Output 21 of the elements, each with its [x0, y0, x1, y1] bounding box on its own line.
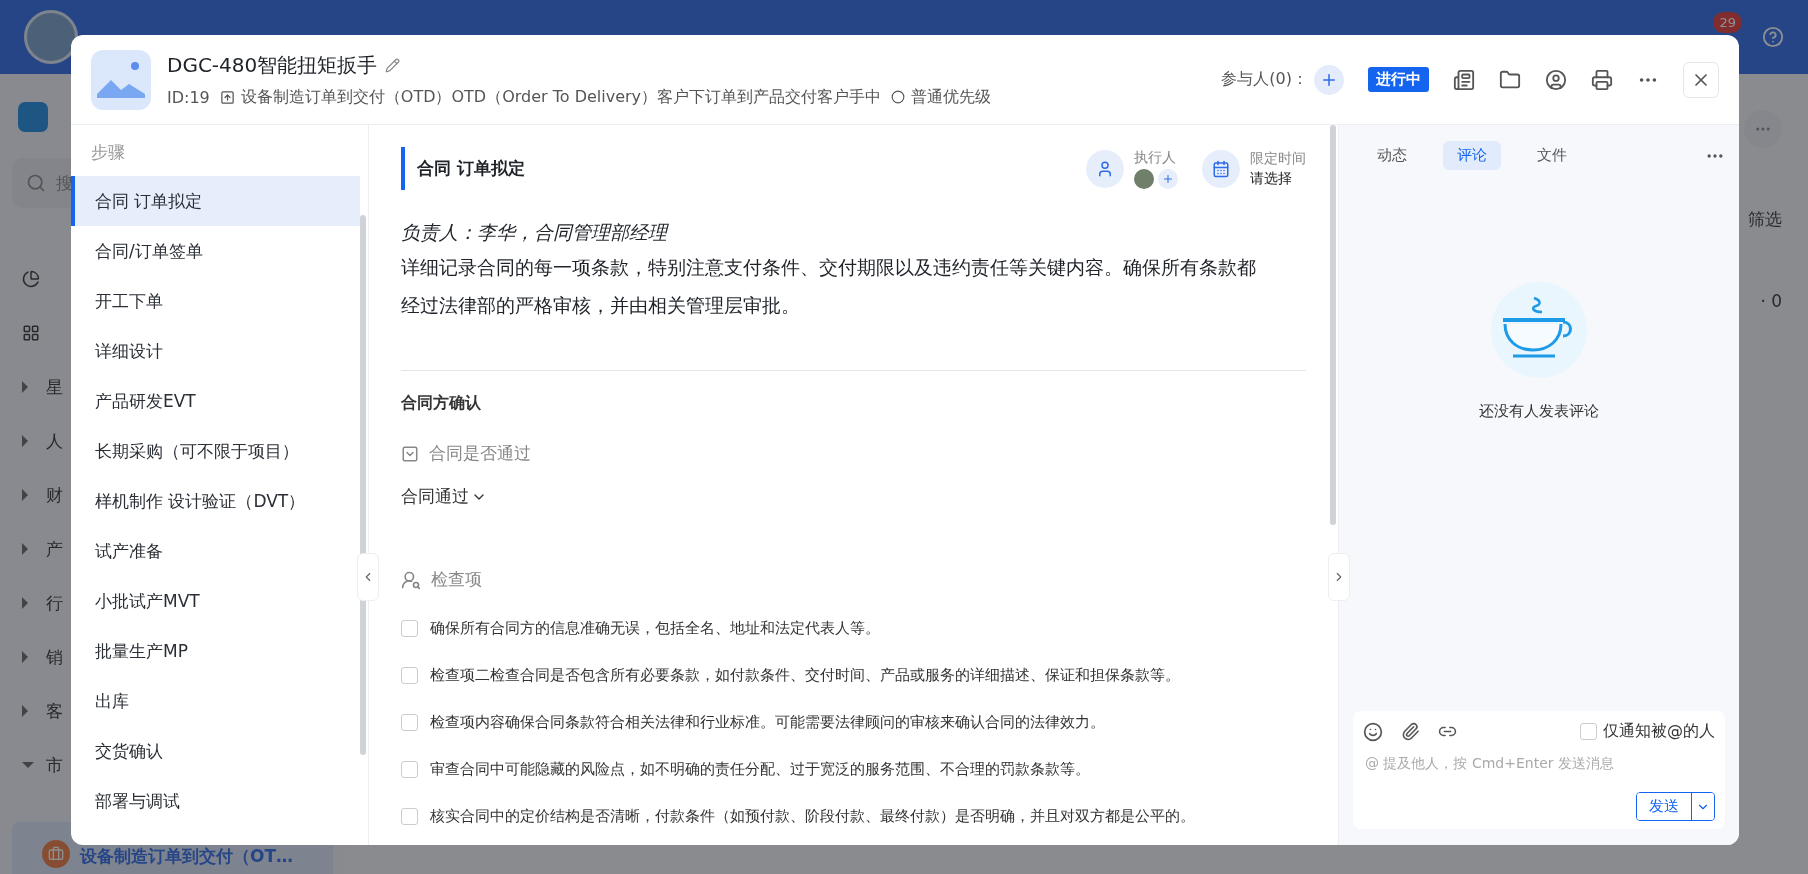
checklist-item: 确保所有合同方的信息准确无误，包括全名、地址和法定代表人等。 — [430, 619, 880, 638]
owner-text: 负责人：李华，合同管理部经理 — [401, 220, 670, 245]
step-title: 合同 订单拟定 — [401, 147, 1062, 190]
section-title: 合同方确认 — [401, 393, 482, 414]
notification-count: 29 — [1713, 11, 1742, 33]
deadline-label: 限定时间 — [1250, 149, 1306, 168]
executor-label: 执行人 — [1134, 148, 1177, 167]
description-text: 详细记录合同的每一项条款，特别注意支付条件、交付期限以及违约责任等关键内容。确保所有条款都经过法律部的严格审核，并由相关管理层审批。 — [401, 255, 1257, 318]
checklist-item: 检查项内容确保合同条款符合相关法律和行业标准。可能需要法律顾问的审核来确认合同的法律效力。 — [430, 713, 1105, 732]
notify-label: 仅通知被@的人 — [1603, 721, 1715, 742]
checklist-title: 检查项 — [431, 568, 482, 591]
checklist-item: 检查项二检查合同是否包含所有必要条款，如付款条件、交付时间、产品或服务的详细描述、保证和担保条款等。 — [430, 666, 1180, 685]
task-title: DGC-480智能扭矩扳手 — [167, 51, 378, 79]
steps-heading: 步骤 — [90, 141, 126, 164]
empty-state-text: 还没有人发表评论 — [1479, 402, 1599, 421]
checklist-item: 核实合同中的定价结构是否清晰，付款条件（如预付款、阶段付款、最终付款）是否明确，并且对双方都是公平的。 — [430, 807, 1195, 826]
field-label: 合同是否通过 — [429, 442, 531, 465]
checklist-item: 审查合同中可能隐藏的风险点，如不明确的责任分配、过于宽泛的服务范围、不合理的罚款条款等。 — [430, 760, 1090, 779]
count-text: · 0 — [1760, 291, 1782, 311]
task-id: ID:19 — [167, 87, 210, 107]
participants-label: 参与人(0)： — [1221, 69, 1308, 90]
